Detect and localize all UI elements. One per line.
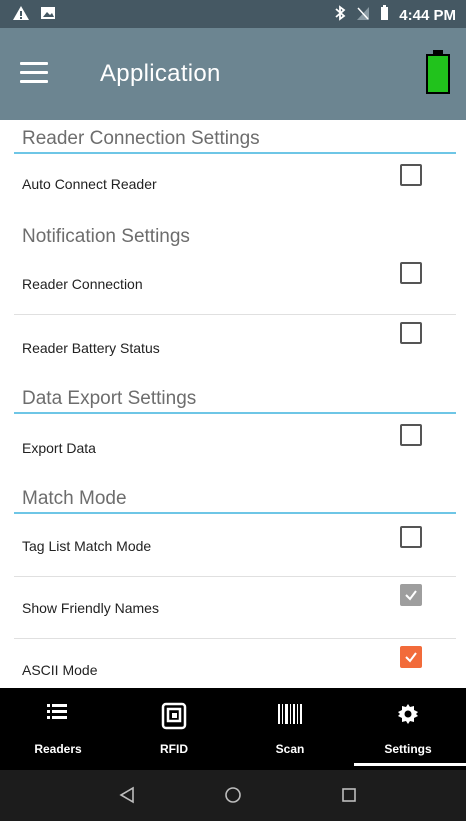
export-data-label: Export Data: [22, 440, 96, 456]
gear-icon: [396, 702, 420, 731]
phone-battery-icon: [380, 5, 389, 25]
back-icon[interactable]: [118, 786, 136, 804]
active-tab-indicator: [354, 763, 466, 766]
row-divider: [14, 638, 456, 639]
nav-rfid[interactable]: RFID: [116, 688, 232, 770]
nav-scan-label: Scan: [275, 742, 305, 756]
section-divider: [14, 512, 456, 514]
barcode-icon: [277, 702, 303, 731]
nav-settings-label: Settings: [384, 742, 432, 756]
nav-readers[interactable]: Readers: [0, 688, 116, 770]
alert-icon: [12, 5, 30, 26]
auto-connect-checkbox[interactable]: [400, 164, 422, 186]
ascii-mode-label: ASCII Mode: [22, 662, 98, 678]
image-icon: [40, 5, 56, 26]
auto-connect-label: Auto Connect Reader: [22, 176, 157, 192]
section-header-data-export: Data Export Settings: [22, 388, 197, 409]
list-icon: [47, 702, 69, 725]
tag-list-match-checkbox[interactable]: [400, 526, 422, 548]
row-divider: [14, 314, 456, 315]
row-divider: [14, 576, 456, 577]
battery-status-label: Reader Battery Status: [22, 340, 160, 356]
nav-readers-label: Readers: [34, 742, 82, 756]
status-bar: 4:44 PM: [0, 0, 466, 28]
settings-list: Reader Connection Settings Auto Connect …: [0, 120, 466, 688]
nav-scan[interactable]: Scan: [232, 688, 348, 770]
system-nav-bar: [0, 770, 466, 821]
reader-connection-checkbox[interactable]: [400, 262, 422, 284]
battery-status-checkbox[interactable]: [400, 322, 422, 344]
home-icon[interactable]: [224, 786, 242, 804]
friendly-names-label: Show Friendly Names: [22, 600, 159, 616]
page-title: Application: [100, 60, 221, 87]
section-divider: [14, 152, 456, 154]
section-divider: [14, 412, 456, 414]
recents-icon[interactable]: [340, 786, 358, 804]
reader-connection-label: Reader Connection: [22, 276, 143, 292]
tag-list-match-label: Tag List Match Mode: [22, 538, 152, 554]
nav-rfid-label: RFID: [160, 742, 188, 756]
reader-battery-icon: [426, 50, 450, 94]
ascii-mode-checkbox[interactable]: [400, 646, 422, 668]
section-header-notification: Notification Settings: [22, 226, 190, 247]
bluetooth-icon: [334, 5, 346, 25]
friendly-names-checkbox[interactable]: [400, 584, 422, 606]
nav-settings[interactable]: Settings: [350, 688, 466, 770]
menu-icon[interactable]: [20, 62, 48, 84]
section-header-reader-connection: Reader Connection Settings: [22, 128, 260, 149]
app-bar: Application: [0, 28, 466, 120]
bottom-navigation: Readers RFID Scan Settings: [0, 688, 466, 770]
no-signal-icon: [356, 5, 370, 25]
rfid-icon: [161, 702, 187, 735]
section-header-match-mode: Match Mode: [22, 488, 127, 509]
export-data-checkbox[interactable]: [400, 424, 422, 446]
status-time: 4:44 PM: [399, 6, 456, 24]
